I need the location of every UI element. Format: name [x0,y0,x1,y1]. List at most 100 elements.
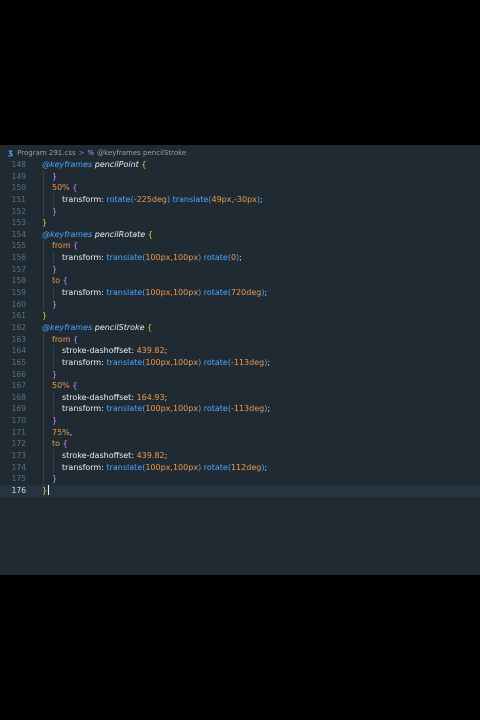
code-text: } [52,369,57,381]
code-text: stroke-dashoffset: 164.93; [62,392,167,404]
code-token: , [69,427,73,437]
code-token: stroke-dashoffset: [62,392,137,402]
code-line[interactable]: 162 @keyframes pencilStroke { [0,322,480,334]
code-token: rotate( [201,288,231,298]
code-line[interactable]: 173 stroke-dashoffset: 439.82; [0,450,480,462]
code-line[interactable]: 167 50% { [0,380,480,392]
code-token: 439.82 [136,451,165,461]
code-token: translate( [106,404,146,414]
code-token: pencilStroke [94,322,148,332]
code-text: transform: rotate(-225deg) translate(49p… [62,194,263,206]
line-number: 153 [11,218,26,228]
code-text: } [52,206,57,218]
code-line[interactable]: 176} [0,484,480,497]
line-number: 176 [11,485,26,495]
code-text: to { [52,275,68,287]
line-number: 174 [11,462,26,472]
code-line[interactable]: 166} [0,368,480,381]
code-token: } [52,299,58,309]
breadcrumb: ʒ Program 291.css > % @keyframes pencilS… [0,145,480,160]
line-number: 167 [11,381,26,391]
indent-guide [43,205,44,218]
line-number: 151 [11,194,26,204]
indent-guide [53,287,54,299]
code-line[interactable]: 152} [0,205,480,218]
code-token: { [72,183,78,193]
code-token: @keyframes [42,229,95,239]
code-editor[interactable]: ʒ Program 291.css > % @keyframes pencilS… [0,145,480,575]
code-token: ; [267,404,271,414]
code-token: transform: [62,194,107,204]
line-number: 158 [11,276,26,286]
code-token: 720deg [230,288,262,298]
code-line[interactable]: 161} [0,310,480,322]
code-token: 100px,100px [145,253,199,263]
line-number: 165 [11,357,26,367]
keyframes-symbol-icon: % [87,148,95,157]
indent-guide [53,193,54,206]
code-line[interactable]: 159 transform: translate(100px,100px) rot… [0,287,480,299]
line-number: 154 [11,229,26,239]
code-text: transform: translate(100px,100px) rotate… [62,252,242,264]
code-token: 164.93 [136,392,165,402]
code-line[interactable]: 158 to { [0,275,480,288]
indent-guide [43,298,44,311]
code-token: rotate( [106,194,134,204]
code-token: -225deg [133,194,167,204]
code-line[interactable]: 150 50% { [0,182,480,194]
code-text: 75%, [52,427,72,439]
code-text: } [52,171,57,183]
code-line[interactable]: 157} [0,263,480,276]
code-text: 50% { [52,380,77,392]
code-line[interactable]: 164 stroke-dashoffset: 439.82; [0,345,480,357]
code-text: stroke-dashoffset: 439.82; [62,450,167,462]
indent-guide [53,252,54,264]
code-line[interactable]: 168 stroke-dashoffset: 164.93; [0,391,480,404]
code-token: { [73,241,79,251]
code-line[interactable]: 155 from { [0,240,480,253]
indent-guide [43,240,44,253]
code-token: to [52,439,63,449]
code-line[interactable]: 165 transform: translate(100px,100px) rot… [0,356,480,369]
code-line[interactable]: 172 to { [0,438,480,451]
code-line[interactable]: 175} [0,473,480,485]
code-token: ; [239,253,242,263]
code-line[interactable]: 149} [0,170,480,183]
indent-guide [43,391,44,404]
code-token: ; [267,357,271,367]
code-token: ; [264,288,268,298]
code-line[interactable]: 170} [0,415,480,427]
code-line[interactable]: 160} [0,298,480,311]
code-text: } [42,485,50,497]
line-number: 168 [11,392,26,402]
code-text: } [52,264,57,276]
code-token: 50% [52,381,73,391]
line-number: 155 [11,241,26,251]
code-line[interactable]: 163 from { [0,333,480,346]
code-token: } [52,264,58,274]
code-token: transform: [62,462,107,472]
code-line[interactable]: 154 @keyframes pencilRotate { [0,229,480,241]
code-line[interactable]: 169 transform: translate(100px,100px) rot… [0,403,480,416]
breadcrumb-symbol[interactable]: @keyframes pencilStroke [97,149,186,157]
code-line[interactable]: 156 transform: translate(100px,100px) rot… [0,252,480,264]
breadcrumb-file[interactable]: Program 291.css [17,149,76,157]
code-token: 100px,100px [145,288,199,298]
indent-guide [43,193,44,206]
indent-guide [43,438,44,451]
code-line[interactable]: 174 transform: translate(100px,100px) rot… [0,461,480,474]
indent-guide [43,333,44,346]
indent-guide [43,182,44,194]
code-line[interactable]: 151 transform: rotate(-225deg) translate(… [0,193,480,206]
line-number: 161 [11,311,26,321]
code-token: transform: [62,404,107,414]
line-number: 162 [11,322,26,332]
indent-guide [53,403,54,416]
code-token: translate( [106,462,146,472]
code-line[interactable]: 148 @keyframes pencilPoint { [0,159,480,171]
code-token: from [52,241,74,251]
code-text: } [52,415,57,427]
code-line[interactable]: 153} [0,217,480,229]
code-area[interactable]: 148 @keyframes pencilPoint {149} 150 50% {1… [0,159,480,497]
code-line[interactable]: 171 75%, [0,426,480,439]
